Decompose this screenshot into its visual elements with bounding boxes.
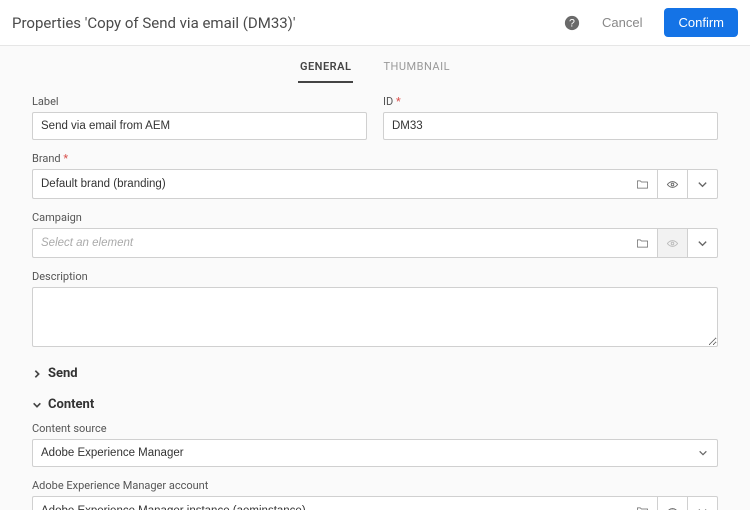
aem-account-open-picker-button[interactable] bbox=[628, 496, 658, 510]
brand-picker bbox=[32, 169, 718, 199]
aem-account-dropdown-button[interactable] bbox=[688, 496, 718, 510]
aem-account-preview-button[interactable] bbox=[658, 496, 688, 510]
description-label: Description bbox=[32, 270, 718, 283]
aem-account-field[interactable] bbox=[32, 496, 628, 510]
confirm-button[interactable]: Confirm bbox=[664, 8, 738, 37]
svg-text:?: ? bbox=[569, 17, 575, 29]
page-title: Properties 'Copy of Send via email (DM33… bbox=[12, 14, 296, 32]
campaign-dropdown-button[interactable] bbox=[688, 228, 718, 258]
brand-label: Brand bbox=[32, 152, 718, 165]
tab-thumbnail[interactable]: THUMBNAIL bbox=[381, 56, 452, 83]
brand-field[interactable] bbox=[32, 169, 628, 199]
chevron-down-icon bbox=[32, 400, 42, 410]
brand-dropdown-button[interactable] bbox=[688, 169, 718, 199]
brand-preview-button[interactable] bbox=[658, 169, 688, 199]
cancel-button[interactable]: Cancel bbox=[592, 9, 652, 36]
general-panel: Label ID Brand bbox=[0, 83, 750, 510]
folder-icon bbox=[636, 505, 649, 510]
aem-account-picker bbox=[32, 496, 718, 510]
section-send-toggle[interactable]: Send bbox=[32, 366, 718, 381]
section-send-title: Send bbox=[48, 366, 78, 381]
brand-open-picker-button[interactable] bbox=[628, 169, 658, 199]
description-field[interactable] bbox=[32, 287, 718, 347]
help-icon[interactable]: ? bbox=[564, 15, 580, 31]
campaign-field[interactable] bbox=[32, 228, 628, 258]
dialog-body: GENERAL THUMBNAIL Label ID Brand bbox=[0, 46, 750, 510]
folder-icon bbox=[636, 178, 649, 191]
dialog-header: Properties 'Copy of Send via email (DM33… bbox=[0, 0, 750, 46]
campaign-picker bbox=[32, 228, 718, 258]
campaign-preview-button bbox=[658, 228, 688, 258]
content-source-select[interactable] bbox=[32, 439, 718, 467]
campaign-label: Campaign bbox=[32, 211, 718, 224]
id-label: ID bbox=[383, 95, 718, 108]
id-field[interactable] bbox=[383, 112, 718, 140]
section-content-title: Content bbox=[48, 397, 94, 412]
content-source-value[interactable] bbox=[32, 439, 718, 467]
chevron-down-icon bbox=[697, 179, 708, 190]
content-source-label: Content source bbox=[32, 422, 718, 435]
folder-icon bbox=[636, 237, 649, 250]
campaign-open-picker-button[interactable] bbox=[628, 228, 658, 258]
eye-icon bbox=[666, 237, 679, 250]
aem-account-label: Adobe Experience Manager account bbox=[32, 479, 718, 492]
eye-icon bbox=[666, 178, 679, 191]
chevron-down-icon bbox=[697, 506, 708, 510]
header-actions: ? Cancel Confirm bbox=[564, 8, 738, 37]
chevron-down-icon bbox=[697, 238, 708, 249]
tab-bar: GENERAL THUMBNAIL bbox=[0, 46, 750, 83]
eye-icon bbox=[666, 505, 679, 510]
tab-general[interactable]: GENERAL bbox=[298, 56, 353, 83]
section-content-toggle[interactable]: Content bbox=[32, 397, 718, 412]
chevron-right-icon bbox=[32, 369, 42, 379]
label-label: Label bbox=[32, 95, 367, 108]
label-field[interactable] bbox=[32, 112, 367, 140]
